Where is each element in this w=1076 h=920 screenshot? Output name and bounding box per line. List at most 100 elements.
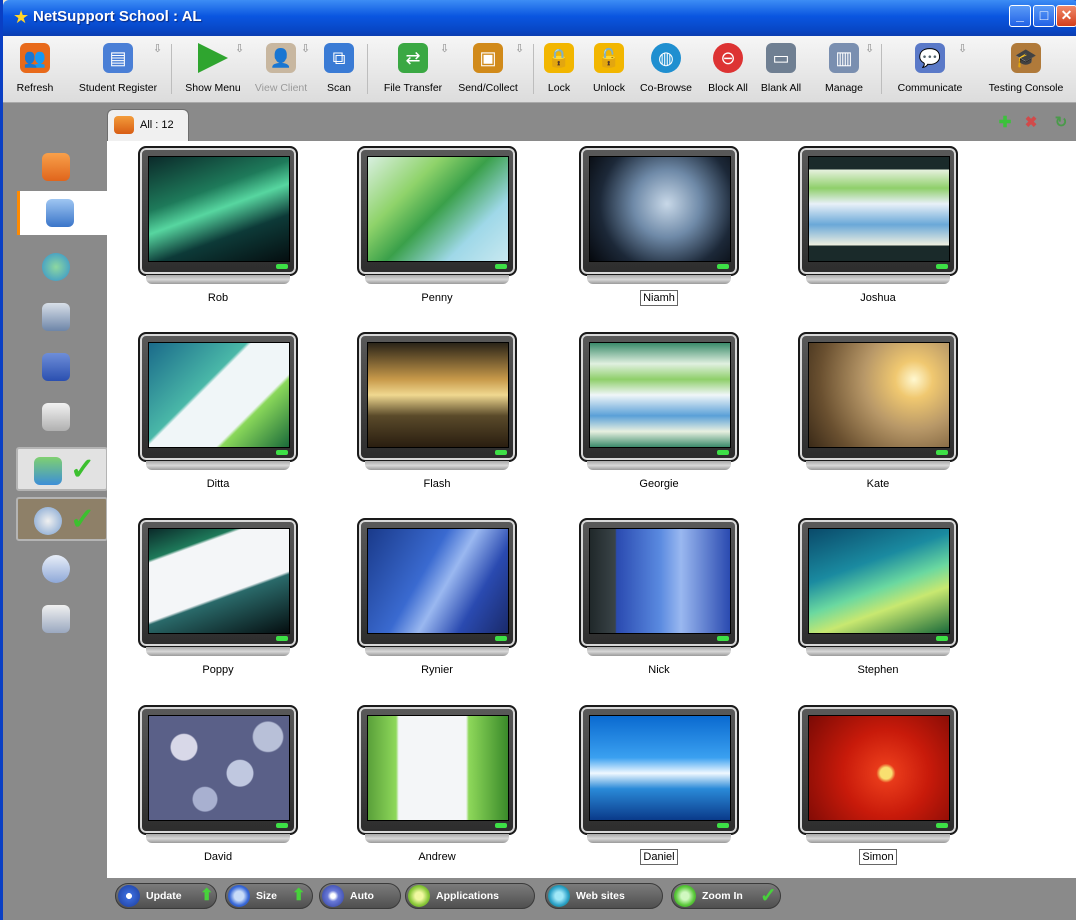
web-sites-icon: [548, 885, 570, 907]
minimize-button[interactable]: _: [1009, 5, 1031, 27]
testing-console-button[interactable]: 🎓 Testing Console: [985, 36, 1067, 102]
blank-all-monitor-icon: ▭: [766, 43, 796, 73]
send-collect-button[interactable]: ▣ Send/Collect: [455, 36, 521, 102]
auto-button[interactable]: Auto: [319, 883, 401, 909]
unlock-button[interactable]: 🔓 Unlock: [589, 36, 629, 102]
client-pc-joshua[interactable]: Joshua: [767, 141, 958, 304]
client-name: Stephen: [857, 664, 899, 676]
client-name: Georgie: [639, 478, 679, 490]
communicate-dropdown-icon[interactable]: ⇩: [958, 42, 968, 56]
client-pc-stephen[interactable]: Stephen: [767, 513, 958, 676]
netsupport-star-icon: ★: [13, 7, 30, 27]
sidebar-item-checklist[interactable]: [16, 345, 108, 389]
lock-button[interactable]: 🔒 Lock: [543, 36, 575, 102]
refresh-label: Refresh: [16, 82, 54, 94]
client-pc-nick[interactable]: Nick: [548, 513, 739, 676]
check-icon: ✓: [70, 503, 96, 536]
screen-thumbnail: [367, 528, 509, 634]
client-pc-rob[interactable]: Rob: [107, 141, 298, 304]
applications-button[interactable]: Applications: [405, 883, 535, 909]
close-button[interactable]: ✕: [1056, 5, 1076, 27]
communicate-label: Communicate: [897, 82, 963, 94]
refresh-button[interactable]: 👥 Refresh: [13, 36, 57, 102]
sidebar-item-eraser[interactable]: [16, 547, 108, 591]
client-pc-kate[interactable]: Kate: [767, 327, 958, 490]
file-transfer-dropdown-icon[interactable]: ⇩: [440, 42, 450, 56]
sidebar-item-documents[interactable]: [16, 295, 108, 339]
client-pc-simon[interactable]: Simon: [767, 700, 958, 865]
manage-dropdown-icon[interactable]: ⇩: [865, 42, 875, 56]
client-pc-daniel[interactable]: Daniel: [548, 700, 739, 865]
applications-label: Applications: [436, 890, 500, 902]
arrow-up-icon: ⬆: [200, 887, 214, 904]
web-sites-button[interactable]: Web sites: [545, 883, 663, 909]
screen-thumbnail: [367, 715, 509, 821]
client-pc-poppy[interactable]: Poppy: [107, 513, 298, 676]
scan-button[interactable]: ⧉ Scan: [321, 36, 357, 102]
manage-icon: ▥: [829, 43, 859, 73]
block-all-button[interactable]: ⊖ Block All: [705, 36, 751, 102]
arrow-up-icon: ⬆: [292, 887, 306, 904]
screen-thumbnail: [148, 342, 290, 448]
client-pc-georgie[interactable]: Georgie: [548, 327, 739, 490]
monitor-stand: [146, 275, 290, 284]
client-pc-andrew[interactable]: Andrew: [326, 700, 517, 863]
client-pc-david[interactable]: David: [107, 700, 298, 863]
show-menu-dropdown-icon[interactable]: ⇩: [235, 42, 245, 56]
client-name: Niamh: [579, 290, 739, 306]
web-search-icon: [42, 253, 70, 281]
file-transfer-button[interactable]: ⇄ File Transfer: [379, 36, 447, 102]
window-title: NetSupport School : AL: [33, 8, 202, 25]
tab-all[interactable]: All : 12: [107, 109, 189, 142]
add-group-icon[interactable]: ✚: [997, 115, 1013, 131]
client-pc-niamh[interactable]: Niamh: [548, 141, 739, 306]
view-client-icon: 👤: [266, 43, 296, 73]
title-bar[interactable]: ★ NetSupport School : AL _ □ ✕: [3, 0, 1076, 36]
monitor-stand: [806, 461, 950, 470]
power-led: [936, 264, 948, 269]
monitor: [138, 518, 298, 648]
blank-all-label: Blank All: [760, 82, 802, 94]
student-register-button[interactable]: ▤ Student Register: [79, 36, 157, 102]
power-led: [936, 823, 948, 828]
monitor: [579, 146, 739, 276]
power-led: [717, 264, 729, 269]
size-button[interactable]: Size ⬆: [225, 883, 313, 909]
power-led: [936, 450, 948, 455]
toolbar-separator: [881, 44, 882, 94]
power-led: [276, 823, 288, 828]
sidebar-item-network[interactable]: [17, 191, 112, 235]
main-toolbar: 👥 Refresh ▤ Student Register ⇩ Show Menu…: [3, 36, 1076, 103]
refresh-groups-icon[interactable]: ↻: [1053, 115, 1069, 131]
client-name: Flash: [423, 478, 451, 490]
sidebar-item-students-check[interactable]: ✓: [16, 447, 108, 491]
client-pc-flash[interactable]: Flash: [326, 327, 517, 490]
disc-check-icon: [34, 507, 62, 535]
send-collect-dropdown-icon[interactable]: ⇩: [515, 42, 525, 56]
update-button[interactable]: Update ⬆: [115, 883, 217, 909]
remove-group-icon[interactable]: ✖: [1023, 115, 1039, 131]
sidebar-item-pen[interactable]: [16, 597, 108, 641]
view-client-dropdown-icon[interactable]: ⇩: [301, 42, 311, 56]
client-name: Rob: [207, 292, 229, 304]
client-pc-rynier[interactable]: Rynier: [326, 513, 517, 676]
client-pc-penny[interactable]: Penny: [326, 141, 517, 304]
student-register-dropdown-icon[interactable]: ⇩: [153, 42, 163, 56]
co-browse-button[interactable]: ◍ Co-Browse: [639, 36, 693, 102]
sidebar-item-web[interactable]: [16, 245, 108, 289]
sidebar-item-disc-check[interactable]: ✓: [16, 497, 108, 541]
sidebar-item-students[interactable]: [16, 145, 108, 189]
sidebar-item-box[interactable]: [16, 395, 108, 439]
zoom-in-button[interactable]: Zoom In ✓: [671, 883, 781, 909]
sidebar: ✓ ✓: [3, 141, 112, 878]
power-led: [495, 264, 507, 269]
manage-button[interactable]: ▥ Manage: [821, 36, 867, 102]
monitor-stand: [146, 461, 290, 470]
communicate-button[interactable]: 💬 Communicate: [893, 36, 967, 102]
blank-all-button[interactable]: ▭ Blank All: [759, 36, 803, 102]
send-collect-icon: ▣: [473, 43, 503, 73]
maximize-button[interactable]: □: [1033, 5, 1055, 27]
client-pc-ditta[interactable]: Ditta: [107, 327, 298, 490]
client-thumbnails-view: Rob Penny Niamh Joshua Ditta Flash Georg…: [107, 141, 1076, 878]
pen-icon: [42, 605, 70, 633]
